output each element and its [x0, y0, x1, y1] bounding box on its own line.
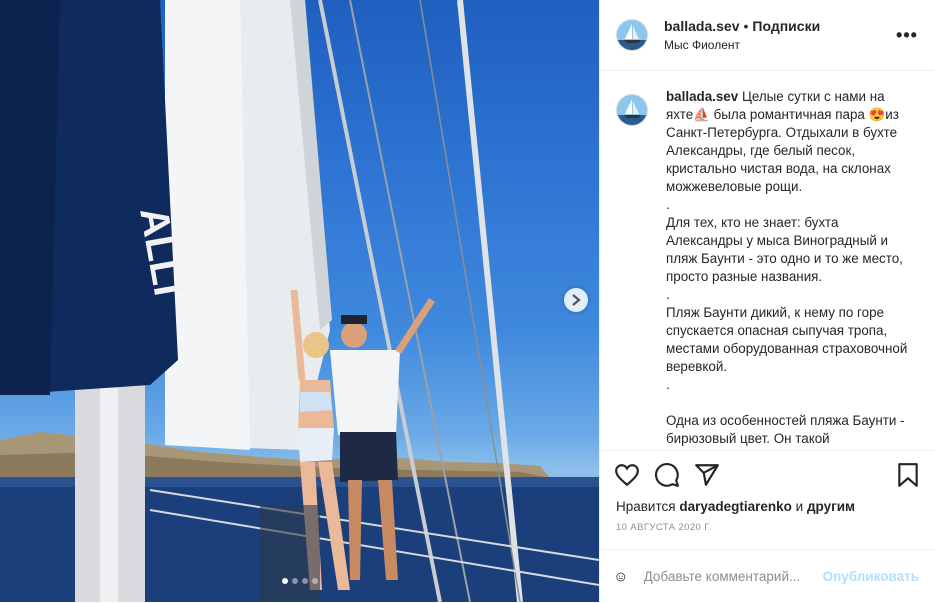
publish-button[interactable]: Опубликовать	[823, 569, 919, 584]
caption-paragraph: ballada.sev Целые сутки с нами на яхте⛵ …	[666, 88, 911, 196]
post-actions: Нравится daryadegtiarenko и другим 10 АВ…	[600, 450, 935, 603]
carousel-dot	[311, 578, 318, 584]
comment-icon[interactable]	[654, 462, 680, 488]
post-header: ballada.sev • Подписки Мыс Фиолент •••	[600, 0, 935, 71]
post-header-text: ballada.sev • Подписки Мыс Фиолент	[664, 18, 895, 52]
location-link[interactable]: Мыс Фиолент	[664, 38, 895, 52]
avatar[interactable]	[616, 94, 648, 126]
post-sidebar: ballada.sev • Подписки Мыс Фиолент ••• b…	[599, 0, 935, 602]
avatar[interactable]	[616, 19, 648, 51]
sailing-photo: ALLI	[0, 0, 599, 602]
chevron-right-icon	[572, 294, 581, 306]
more-icon: •••	[896, 24, 918, 45]
header-line: ballada.sev • Подписки	[664, 18, 895, 34]
separator-dot: •	[743, 18, 749, 34]
caption-username[interactable]: ballada.sev	[666, 89, 738, 104]
likes-middle: и	[795, 499, 804, 514]
heart-icon[interactable]	[614, 462, 640, 488]
caption-area[interactable]: ballada.sev Целые сутки с нами на яхте⛵ …	[600, 72, 935, 450]
likes-prefix: Нравится	[616, 499, 676, 514]
bookmark-icon[interactable]	[895, 462, 921, 488]
sailboat-avatar-icon	[617, 95, 647, 125]
sailboat-avatar-icon	[617, 20, 647, 50]
action-icons	[600, 451, 935, 489]
caption-paragraph: .	[666, 287, 670, 302]
caption-paragraph: Пляж Баунти дикий, к нему по горе спуска…	[666, 305, 912, 374]
next-photo-button[interactable]	[564, 288, 588, 312]
caption-text: ballada.sev Целые сутки с нами на яхте⛵ …	[666, 88, 911, 448]
caption-paragraph: .	[666, 377, 670, 392]
carousel-dot	[291, 578, 298, 584]
header-username[interactable]: ballada.sev	[664, 18, 740, 34]
post-photo[interactable]: ALLI	[0, 0, 599, 602]
caption-body: Целые сутки с нами на яхте⛵ была романти…	[666, 89, 903, 194]
carousel-dot	[301, 578, 308, 584]
caption-paragraph: .	[666, 197, 670, 212]
post-viewer: ALLI ballada.sev • Подписки Мыс Фиолент …	[0, 0, 935, 602]
comment-bar: Опубликовать	[600, 549, 935, 603]
likes-line: Нравится daryadegtiarenko и другим	[600, 489, 935, 514]
post-date[interactable]: 10 АВГУСТА 2020 Г.	[600, 514, 935, 533]
share-icon[interactable]	[694, 462, 720, 488]
emoji-icon[interactable]	[616, 565, 626, 589]
caption-paragraph: Одна из особенностей пляжа Баунти - бирю…	[666, 413, 909, 446]
liker-username[interactable]: daryadegtiarenko	[679, 499, 792, 514]
more-options-button[interactable]: •••	[895, 25, 919, 46]
carousel-dot	[281, 578, 288, 584]
likes-others-link[interactable]: другим	[807, 499, 855, 514]
following-button[interactable]: Подписки	[752, 18, 820, 34]
carousel-indicator	[0, 578, 599, 584]
caption-paragraph: Для тех, кто не знает: бухта Александры …	[666, 215, 907, 284]
caption: ballada.sev Целые сутки с нами на яхте⛵ …	[600, 72, 935, 448]
comment-input[interactable]	[641, 568, 823, 585]
